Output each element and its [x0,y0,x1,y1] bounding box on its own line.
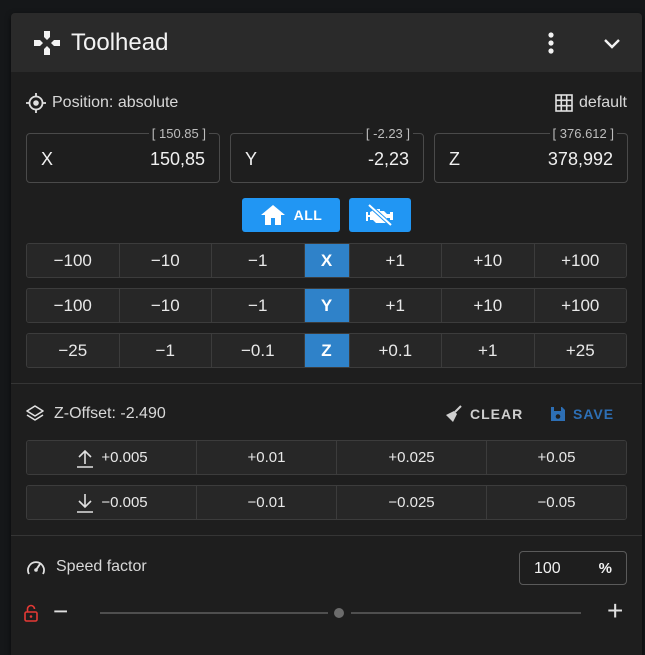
home-icon [260,205,285,225]
zoffset-clear-button[interactable]: CLEAR [445,402,523,426]
y-value: -2,23 [367,149,409,169]
zoffset-down-0.05-button[interactable]: −0.05 [487,486,626,519]
x-value: 150,85 [149,149,205,169]
jog-z-plus-1-button[interactable]: +1 [442,334,535,367]
zoffset-up-0.025-button[interactable]: +0.025 [337,441,487,474]
jog-z-row: −25 −1 −0.1 Z +0.1 +1 +25 [26,333,627,368]
zoffset-label: Z-Offset: -2.490 [54,405,166,422]
zoffset-up-row: +0.005 +0.01 +0.025 +0.05 [26,440,627,475]
slider-thumb[interactable] [334,608,344,618]
jog-y-home-button[interactable]: Y [304,289,350,322]
grid-label: default [578,94,627,111]
gamepad-icon [34,31,60,55]
jog-y-minus-100-button[interactable]: −100 [27,289,120,322]
speed-increase-button[interactable]: + [607,595,623,627]
zoffset-up-0.005-button[interactable]: +0.005 [27,441,197,474]
z-value: 378,992 [547,149,613,169]
x-requested: [ 150.85 ] [148,126,209,141]
speed-decrease-button[interactable]: − [53,596,68,627]
zoffset-down-0.005-button[interactable]: −0.005 [27,486,197,519]
section-divider [11,383,642,384]
grid-preset[interactable]: default [555,91,627,115]
x-position-field[interactable]: [ 150.85 ] X 150,85 [26,126,220,183]
z-requested: [ 376.612 ] [549,126,617,141]
zoffset-down-0.005-label: −0.005 [101,494,148,511]
floppy-icon [551,407,565,421]
slider-track-right[interactable] [351,612,581,614]
slider-track-left[interactable] [100,612,328,614]
home-all-button[interactable]: ALL [242,198,340,232]
motors-off-button[interactable] [349,198,411,232]
y-position-field[interactable]: [ -2.23 ] Y -2,23 [230,126,424,183]
speed-factor-value: 100 [534,560,561,577]
position-label: Position: absolute [52,94,179,111]
jog-y-row: −100 −10 −1 Y +1 +10 +100 [26,288,627,323]
jog-y-plus-100-button[interactable]: +100 [534,289,626,322]
toolhead-panel: Toolhead Position: absolute default [ 15… [11,13,642,655]
z-axis-label: Z [449,149,460,169]
layers-icon [26,405,44,421]
crosshairs-icon [26,93,46,113]
jog-x-plus-10-button[interactable]: +10 [442,244,535,277]
zoffset-up-0.005-label: +0.005 [101,449,148,466]
y-axis-label: Y [245,149,258,169]
zoffset-down-0.025-button[interactable]: −0.025 [337,486,487,519]
speed-factor-input[interactable]: 100 % [519,551,627,585]
arrow-collapse-up-icon [77,449,94,468]
dots-vertical-icon[interactable] [539,29,563,57]
y-requested: [ -2.23 ] [362,126,413,141]
zoffset-save-button[interactable]: SAVE [550,402,614,426]
jog-y-minus-10-button[interactable]: −10 [119,289,212,322]
zoffset-up-0.01-button[interactable]: +0.01 [197,441,337,474]
jog-y-plus-1-button[interactable]: +1 [349,289,442,322]
jog-z-minus-25-button[interactable]: −25 [27,334,120,367]
zoffset-header: Z-Offset: -2.490 [26,402,166,426]
speedometer-icon [27,561,45,575]
broom-icon [446,405,462,422]
position-mode[interactable]: Position: absolute [26,91,178,115]
engine-off-icon [366,203,393,227]
speed-factor-header: Speed factor [26,555,147,579]
jog-x-minus-1-button[interactable]: −1 [212,244,305,277]
z-position-field[interactable]: [ 376.612 ] Z 378,992 [434,126,628,183]
grid-icon [555,94,573,112]
home-all-label: ALL [293,207,323,223]
chevron-down-icon[interactable] [599,31,625,55]
jog-z-home-button[interactable]: Z [304,334,350,367]
x-axis-label: X [41,149,54,169]
zoffset-down-row: −0.005 −0.01 −0.025 −0.05 [26,485,627,520]
panel-title: Toolhead [71,29,169,56]
jog-y-minus-1-button[interactable]: −1 [212,289,305,322]
jog-z-minus-1-button[interactable]: −1 [119,334,212,367]
speed-factor-unit: % [598,560,612,577]
arrow-collapse-down-icon [77,493,94,513]
lock-open-icon[interactable] [24,604,38,622]
speed-factor-label: Speed factor [56,558,147,575]
zoffset-down-0.01-button[interactable]: −0.01 [197,486,337,519]
jog-x-plus-100-button[interactable]: +100 [534,244,626,277]
jog-x-minus-10-button[interactable]: −10 [119,244,212,277]
jog-z-minus-0.1-button[interactable]: −0.1 [212,334,305,367]
jog-x-row: −100 −10 −1 X +1 +10 +100 [26,243,627,278]
zoffset-clear-label: CLEAR [470,406,524,422]
jog-x-plus-1-button[interactable]: +1 [349,244,442,277]
zoffset-up-0.05-button[interactable]: +0.05 [487,441,626,474]
section-divider [11,535,642,536]
jog-z-plus-25-button[interactable]: +25 [534,334,626,367]
jog-x-minus-100-button[interactable]: −100 [27,244,120,277]
zoffset-save-label: SAVE [573,406,615,422]
jog-x-home-button[interactable]: X [304,244,350,277]
jog-y-plus-10-button[interactable]: +10 [442,289,535,322]
speed-factor-slider: − + [11,595,642,626]
panel-header: Toolhead [11,13,642,72]
jog-z-plus-0.1-button[interactable]: +0.1 [349,334,442,367]
